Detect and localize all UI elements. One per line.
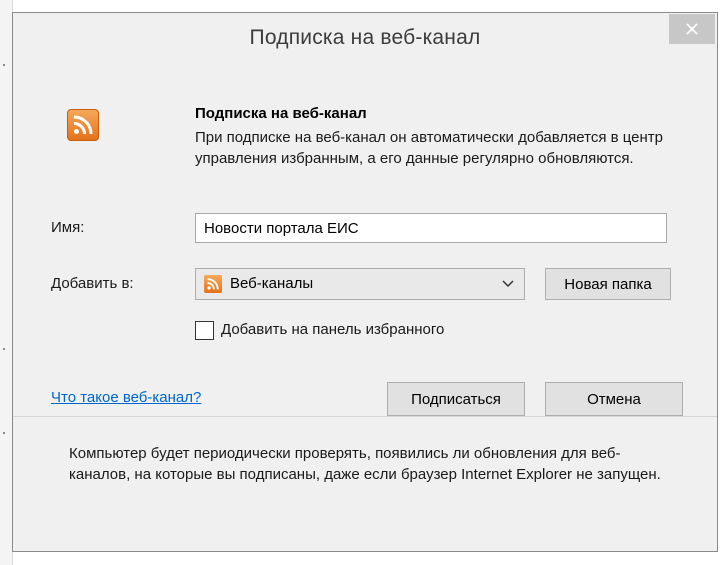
close-icon bbox=[686, 23, 698, 35]
edge-mark bbox=[3, 432, 5, 434]
close-button[interactable] bbox=[669, 14, 715, 44]
new-folder-button[interactable]: Новая папка bbox=[545, 268, 671, 300]
rss-feed-icon bbox=[67, 109, 99, 141]
add-to-folder-select[interactable]: Веб-каналы bbox=[195, 268, 525, 300]
edge-mark bbox=[3, 348, 5, 350]
name-label: Имя: bbox=[51, 219, 85, 236]
add-to-label: Добавить в: bbox=[51, 275, 134, 292]
subscribe-feed-dialog: Подписка на веб-канал Подписка на веб-ка… bbox=[12, 12, 718, 552]
subscribe-button[interactable]: Подписаться bbox=[387, 382, 525, 416]
add-to-favorites-bar-checkbox[interactable] bbox=[195, 321, 214, 340]
cancel-button[interactable]: Отмена bbox=[545, 382, 683, 416]
footer: Компьютер будет периодически проверять, … bbox=[13, 417, 717, 551]
edge-mark bbox=[3, 64, 5, 66]
title-bar: Подписка на веб-канал bbox=[13, 13, 717, 65]
dialog-heading: Подписка на веб-канал bbox=[195, 105, 367, 122]
selected-folder: Веб-каналы bbox=[230, 275, 314, 292]
add-to-favorites-bar-label[interactable]: Добавить на панель избранного bbox=[221, 321, 444, 338]
window-title: Подписка на веб-канал bbox=[249, 26, 481, 49]
footer-note: Компьютер будет периодически проверять, … bbox=[69, 445, 661, 483]
dialog-content: Подписка на веб-канал При подписке на ве… bbox=[13, 65, 717, 416]
dialog-description: При подписке на веб-канал он автоматичес… bbox=[195, 129, 664, 167]
feed-name-input[interactable] bbox=[195, 213, 667, 243]
rss-feed-icon bbox=[204, 275, 222, 293]
what-is-feed-link[interactable]: Что такое веб-канал? bbox=[51, 389, 201, 406]
chevron-down-icon bbox=[502, 280, 514, 288]
